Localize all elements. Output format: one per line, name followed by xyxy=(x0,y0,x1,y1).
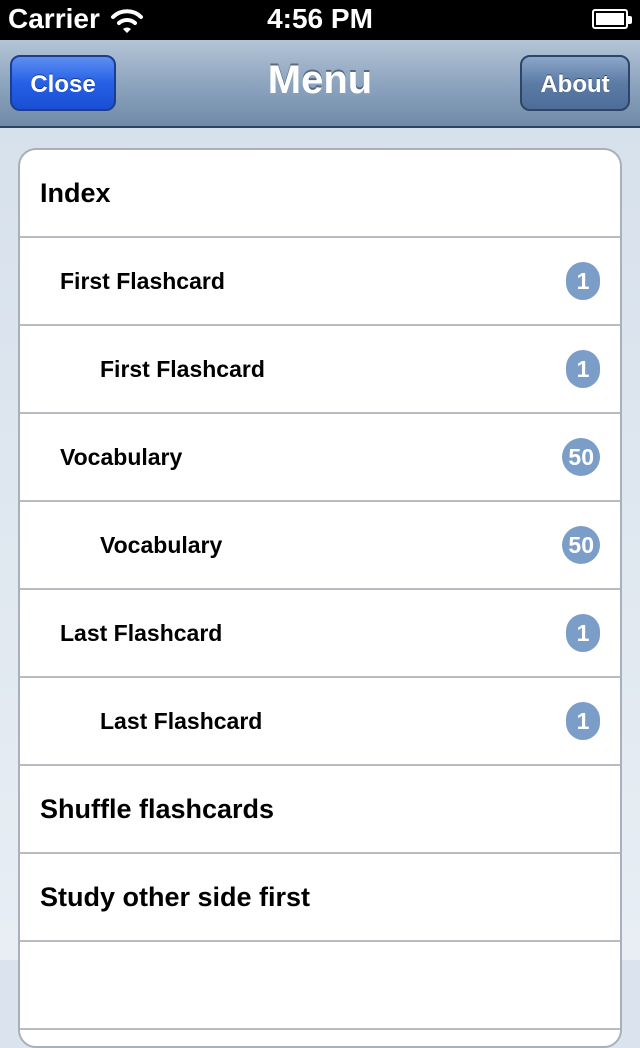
menu-row[interactable]: Last Flashcard 1 xyxy=(20,590,620,678)
navigation-bar: Close Menu About xyxy=(0,40,640,128)
menu-row-label: Study other side first xyxy=(40,882,311,912)
status-time: 4:56 PM xyxy=(267,3,373,34)
menu-row-label: Shuffle flashcards xyxy=(40,794,275,824)
menu-row[interactable]: Shuffle flashcards xyxy=(20,766,620,854)
count-badge: 1 xyxy=(566,614,600,652)
count-badge: 50 xyxy=(562,526,600,564)
menu-row-label: Vocabulary xyxy=(100,532,223,558)
menu-row[interactable]: Index xyxy=(20,150,620,238)
menu-row[interactable]: Study other side first xyxy=(20,854,620,942)
menu-row-label: Vocabulary xyxy=(60,444,183,470)
menu-row-label: Last Flashcard xyxy=(60,620,223,646)
about-button[interactable]: About xyxy=(520,55,630,111)
menu-row[interactable]: First Flashcard 1 xyxy=(20,326,620,414)
menu-row-label: First Flashcard xyxy=(100,356,265,382)
menu-row-label: Last Flashcard xyxy=(100,708,263,734)
menu-row[interactable]: Vocabulary 50 xyxy=(20,414,620,502)
count-badge: 1 xyxy=(566,262,600,300)
menu-row[interactable]: First Flashcard 1 xyxy=(20,238,620,326)
menu-row[interactable] xyxy=(20,942,620,1030)
count-badge: 1 xyxy=(566,350,600,388)
menu-table: Index First Flashcard 1 First Flashcard 1 Voc… xyxy=(18,148,622,1048)
count-badge: 50 xyxy=(562,438,600,476)
menu-row-label: Index xyxy=(40,178,111,208)
menu-row[interactable]: Last Flashcard 1 xyxy=(20,678,620,766)
menu-row[interactable]: Vocabulary 50 xyxy=(20,502,620,590)
battery-icon xyxy=(592,9,632,29)
status-bar: Carrier 4:56 PM xyxy=(0,0,640,40)
count-badge: 1 xyxy=(566,702,600,740)
menu-content: Index First Flashcard 1 First Flashcard 1 Voc… xyxy=(0,128,640,1048)
menu-row-label: First Flashcard xyxy=(60,268,225,294)
